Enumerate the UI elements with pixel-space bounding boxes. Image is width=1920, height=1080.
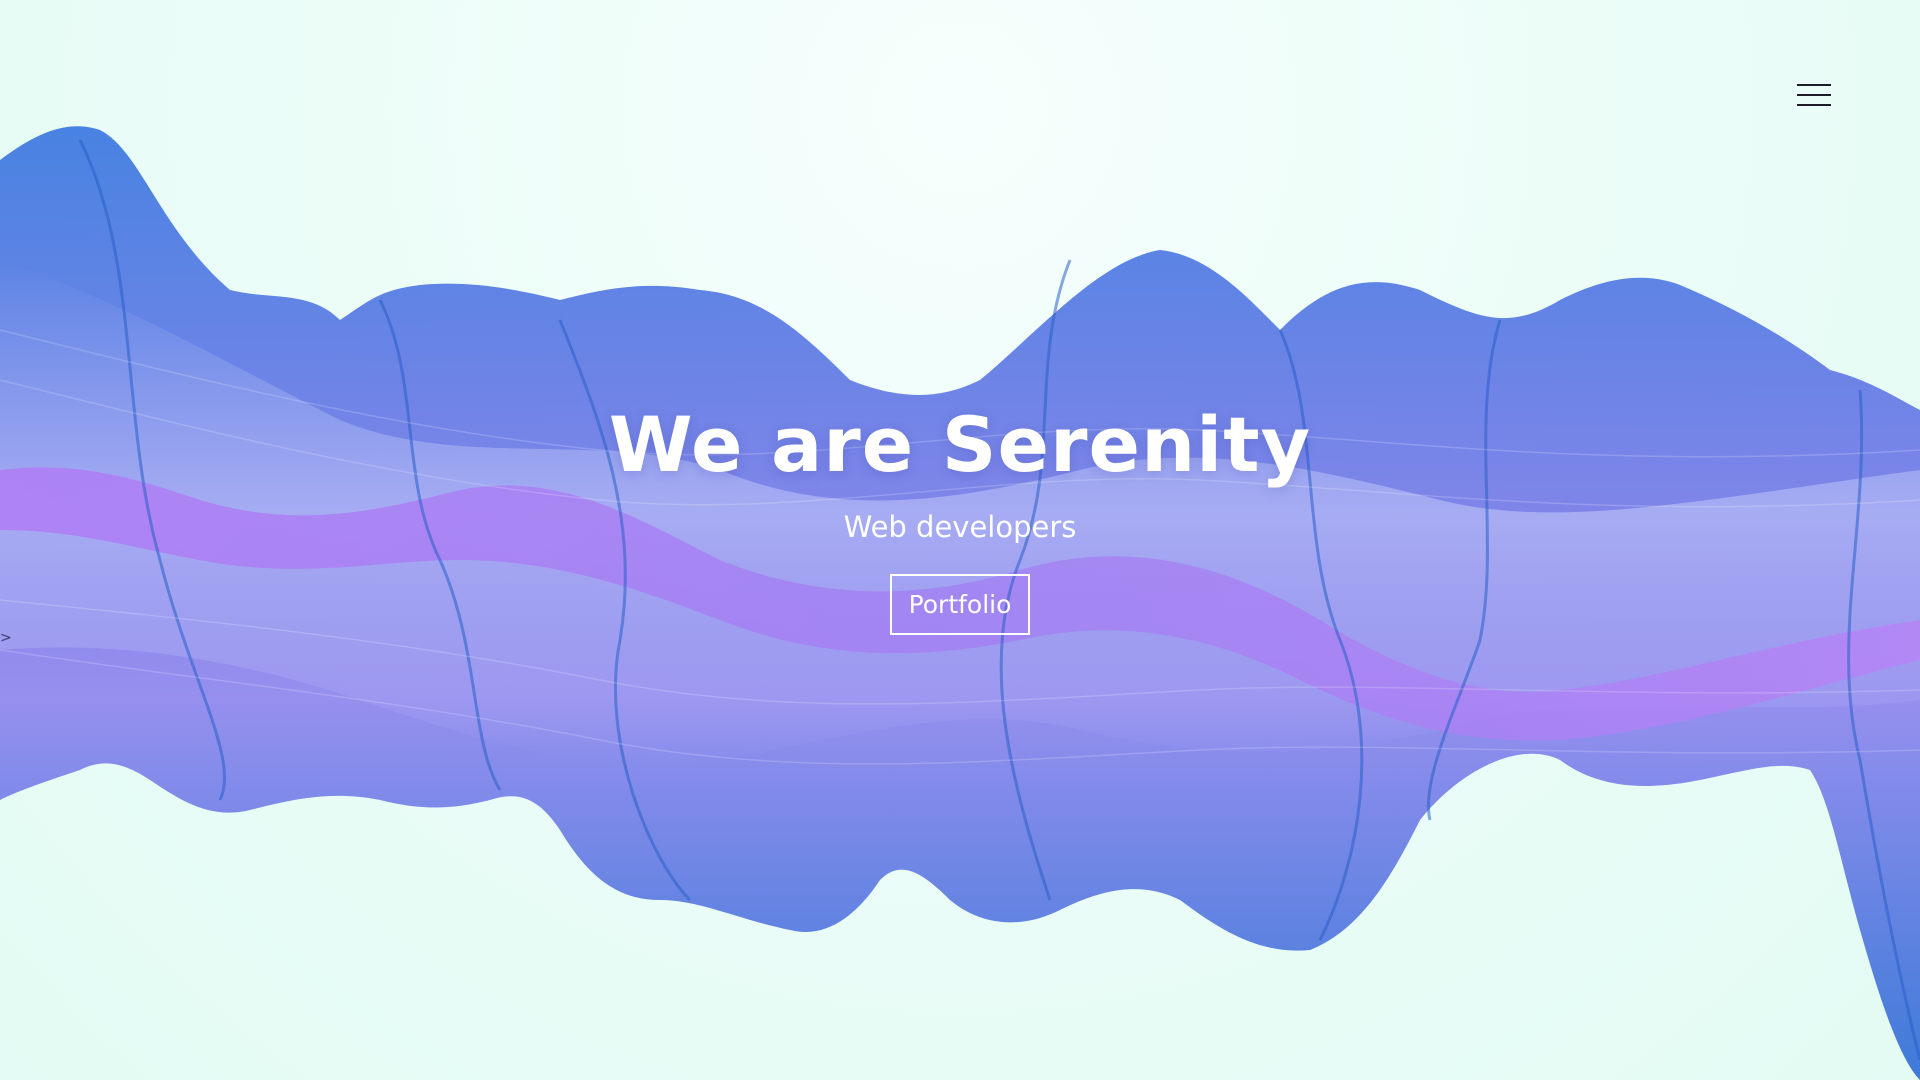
hero-title: We are Serenity — [608, 400, 1312, 489]
menu-line — [1797, 84, 1831, 86]
page: > We are Serenity Web developers Portfol… — [0, 0, 1920, 1080]
menu-line — [1797, 104, 1831, 106]
hamburger-menu-icon[interactable] — [1797, 82, 1831, 108]
hero-subtitle: Web developers — [843, 510, 1077, 544]
hero-section: We are Serenity Web developers Portfolio — [0, 395, 1920, 635]
menu-line — [1797, 94, 1831, 96]
portfolio-button[interactable]: Portfolio — [889, 574, 1031, 635]
